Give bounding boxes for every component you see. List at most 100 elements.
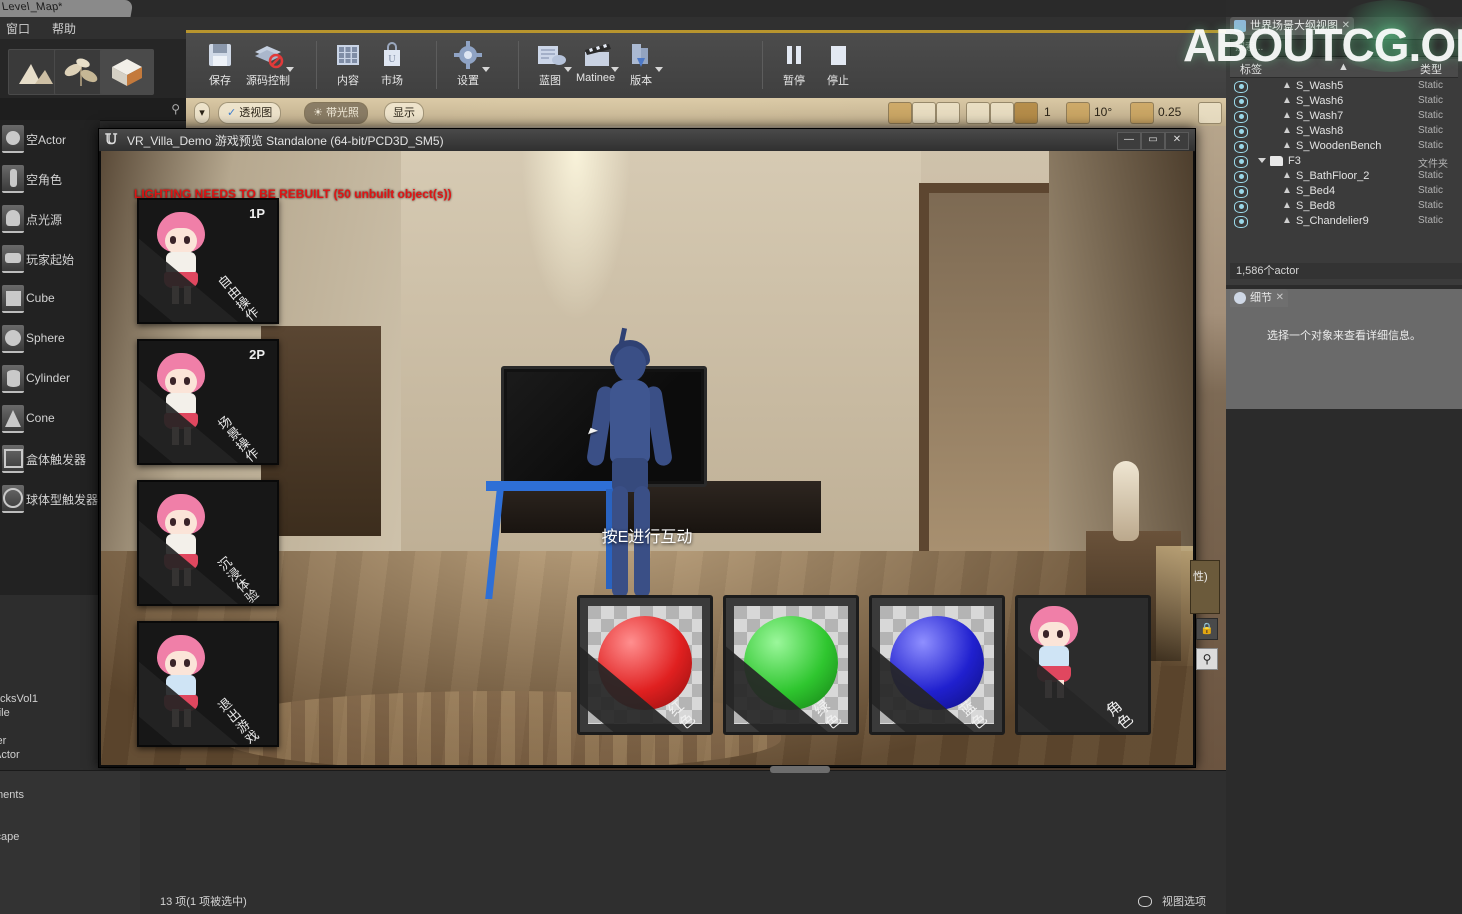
hotbar-slot[interactable]: 绿色 [723,595,859,735]
chevron-down-icon[interactable] [564,67,572,72]
outliner-row-type: Static [1418,170,1444,181]
toolbar-group-file: 保存 源码控制 [198,36,294,98]
expand-triangle-icon[interactable] [1258,158,1266,163]
tree-item[interactable]: ments [0,789,24,801]
mode-thumb-geometry[interactable] [100,49,154,95]
toolbar-button-settings[interactable]: 设置 [446,36,490,98]
toolbar-button-label: 暂停 [783,75,805,87]
game-window-titlebar[interactable]: 𝕌 VR_Villa_Demo 游戏预览 Standalone (64-bit/… [99,129,1195,152]
toolbar-button-source-control[interactable]: 源码控制 [242,36,294,98]
lock-icon[interactable]: 🔒 [1196,618,1218,640]
menu-card[interactable]: 2P 场景操作 [137,339,279,465]
toolbar-button-stop[interactable]: 停止 [816,36,860,98]
place-actor-row[interactable]: 盒体触发器 [0,440,100,480]
menu-card[interactable]: 沉浸体验 [137,480,279,606]
rotation-snap-value[interactable]: 10° [1094,102,1112,122]
chevron-down-icon[interactable] [286,67,294,72]
toolbar-button-content[interactable]: 内容 [326,36,370,98]
details-tab[interactable]: 细节 ✕ [1230,289,1288,307]
menu-card[interactable]: 退出游戏 [137,621,279,747]
outliner-row[interactable]: ▲ S_Wash6 Static [1230,94,1458,109]
viewport-lighting-mode[interactable]: ☀ 带光照 [304,102,368,124]
place-actor-row[interactable]: 玩家起始 [0,240,100,280]
standalone-game-window[interactable]: 𝕌 VR_Villa_Demo 游戏预览 Standalone (64-bit/… [98,128,1196,768]
place-actor-label: Cone [26,411,55,425]
hotbar-slot[interactable]: 角色 [1015,595,1151,735]
visibility-eye-icon[interactable] [1234,126,1248,138]
grid-snap-toggle[interactable] [1014,102,1038,124]
viewport-view-mode[interactable]: ✓ 透视图 [218,102,282,124]
transform-scale-tool[interactable] [936,102,960,124]
visibility-eye-icon[interactable] [1234,201,1248,213]
outliner-row[interactable]: ▲ S_Bed4 Static [1230,184,1458,199]
menu-item-help[interactable]: 帮助 [52,20,76,37]
toolbar-button-marketplace[interactable]: U 市场 [370,36,414,98]
content-browser-view-options[interactable]: 视图选项 [1162,893,1206,909]
place-actors-search[interactable]: ⚲ [0,98,186,121]
tree-item[interactable]: File [0,707,10,719]
chevron-down-icon[interactable] [655,67,664,72]
menu-card-column: 1P 自由操作 2P 场景操作 沉浸体验 退出游戏 [137,198,279,762]
surface-snap-toggle[interactable] [990,102,1014,124]
outliner-row[interactable]: ▲ S_Wash5 Static [1230,79,1458,94]
outliner-row[interactable]: ▲ S_WoodenBench Static [1230,139,1458,154]
toolbar-button-blueprint[interactable]: 蓝图 [528,36,572,98]
visibility-eye-icon[interactable] [1234,156,1248,168]
menu-item-window[interactable]: 窗口 [6,20,30,37]
place-actor-row[interactable]: 空Actor [0,120,100,160]
place-actor-row[interactable]: Cone [0,400,100,440]
place-actor-row[interactable]: 空角色 [0,160,100,200]
visibility-eye-icon[interactable] [1234,96,1248,108]
viewport-show-menu[interactable]: 显示 [384,102,424,124]
close-button[interactable]: ✕ [1165,132,1189,150]
outliner-row[interactable]: ▲ S_Chandelier9 Static [1230,214,1458,229]
toolbar-button-build[interactable]: 版本 [619,36,664,98]
content-icon [333,40,363,70]
maximize-button[interactable]: ▭ [1141,132,1165,150]
viewport-options-menu[interactable]: ▾ [194,102,210,124]
transform-rotate-tool[interactable] [912,102,936,124]
minimize-button[interactable]: — [1117,132,1141,150]
visibility-eye-icon[interactable] [1234,111,1248,123]
outliner-row[interactable]: ▲ S_BathFloor_2 Static [1230,169,1458,184]
scale-snap-toggle[interactable] [1130,102,1154,124]
transform-move-tool[interactable] [888,102,912,124]
camera-speed-toggle[interactable] [1198,102,1222,124]
hotbar-slot[interactable]: 红色 [577,595,713,735]
visibility-eye-icon[interactable] [1234,81,1248,93]
toolbar-button-matinee[interactable]: Matinee [572,36,620,98]
scale-snap-value[interactable]: 0.25 [1158,102,1181,122]
details-panel: 细节 ✕ 选择一个对象来查看详细信息。 [1226,289,1462,409]
visibility-eye-icon[interactable] [1234,141,1248,153]
coordinate-system-toggle[interactable] [966,102,990,124]
outliner-row[interactable]: ▲ S_Wash8 Static [1230,124,1458,139]
tree-item[interactable]: RocksVol1 [0,693,38,705]
chevron-down-icon[interactable] [482,67,490,72]
close-icon[interactable]: ✕ [1276,289,1284,307]
place-actor-row[interactable]: Cylinder [0,360,100,400]
toolbar-button-save[interactable]: 保存 [198,36,242,98]
place-actor-row[interactable]: 点光源 [0,200,100,240]
toolbar-button-pause[interactable]: 暂停 [772,36,816,98]
menu-card[interactable]: 1P 自由操作 [137,198,279,324]
place-actor-row[interactable]: Sphere [0,320,100,360]
visibility-eye-icon[interactable] [1234,171,1248,183]
tree-item[interactable]: Actor [0,749,20,761]
chevron-down-icon[interactable] [611,67,620,72]
tree-item[interactable]: cter [0,735,6,747]
rotation-snap-toggle[interactable] [1066,102,1090,124]
visibility-eye-icon[interactable] [1234,216,1248,228]
content-browser-scrollbar[interactable] [770,766,830,773]
hotbar-slot[interactable]: 蓝色 [869,595,1005,735]
visibility-eye-icon[interactable] [1234,186,1248,198]
place-actor-row[interactable]: 球体型触发器 [0,480,100,520]
toolbar-button-label: 版本 [630,75,653,87]
grid-snap-value[interactable]: 1 [1044,102,1051,122]
game-viewport[interactable]: LIGHTING NEEDS TO BE REBUILT (50 unbuilt… [101,151,1193,765]
outliner-row[interactable]: ▲ S_Bed8 Static [1230,199,1458,214]
search-icon[interactable]: ⚲ [1196,648,1218,670]
outliner-row-folder[interactable]: F3 文件夹 [1230,154,1458,170]
outliner-row[interactable]: ▲ S_Wash7 Static [1230,109,1458,124]
place-actor-row[interactable]: Cube [0,280,100,320]
tree-item[interactable]: scape [0,831,19,843]
